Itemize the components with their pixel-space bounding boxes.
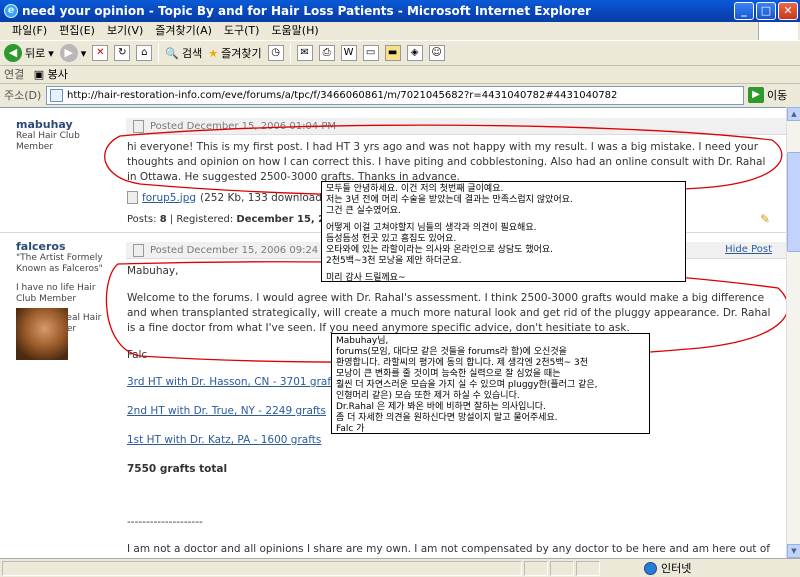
search-label: 검색	[182, 47, 203, 60]
ie-logo-icon: e	[4, 4, 18, 18]
translation-note: 모두들 안녕하세요. 이건 저의 첫번째 글이예요. 저는 3년 전에 머리 수…	[321, 181, 686, 283]
note-line: 모두들 안녕하세요. 이건 저의 첫번째 글이예요.	[326, 184, 504, 194]
address-bar: 주소(D) http://hair-restoration-info.com/e…	[0, 84, 800, 106]
note-line: Falc 가	[336, 424, 365, 434]
vertical-scrollbar[interactable]: ▲ ▼	[786, 107, 800, 558]
note-line: 그건 큰 실수였어요.	[326, 206, 401, 216]
menu-favorites[interactable]: 즐겨찾기(A)	[149, 22, 218, 40]
discuss-icon[interactable]: ▭	[362, 45, 379, 61]
note-line: 훨씬 더 자연스러운 모습을 가지 실 수 있으며 pluggy한(플러그 같은…	[336, 380, 598, 390]
menu-view[interactable]: 보기(V)	[101, 22, 149, 40]
research-icon[interactable]: ◈	[406, 45, 423, 61]
note-line: 환영합니다. 라할씨의 평가에 동의 합니다. 제 생각엔 2천5백~ 3천	[336, 358, 589, 368]
close-button[interactable]: ✕	[778, 2, 798, 20]
note-line: 2천5백~3천 모낭을 제안 하더군요.	[326, 256, 462, 266]
status-cell	[524, 560, 548, 576]
links-bar: 연결 ▣ 봉사	[0, 66, 800, 84]
forward-arrow-icon: ▶	[59, 44, 78, 62]
window-controls: _ □ ✕	[734, 2, 798, 20]
maximize-button[interactable]: □	[756, 2, 776, 20]
favorites-label: 즐겨찾기	[221, 47, 262, 60]
search-button[interactable]: 🔍 검색	[165, 45, 202, 61]
folder-icon[interactable]: ▬	[384, 45, 401, 61]
messenger-icon[interactable]: ☺	[428, 45, 445, 61]
note-line: 좀 더 자세한 의견을 원하신다면 망설이지 말고 물어주세요.	[336, 413, 558, 423]
links-label: 연결	[4, 68, 25, 81]
note-line: Mabuhay님,	[336, 336, 389, 346]
back-button[interactable]: ◀ 뒤로 ▾	[4, 44, 54, 62]
page-content: mabuhay Real Hair Club Member Posted Dec…	[0, 107, 786, 558]
zone-label: 인터넷	[661, 562, 692, 575]
back-label: 뒤로	[25, 47, 46, 60]
menu-help[interactable]: 도움말(H)	[265, 22, 324, 40]
back-arrow-icon: ◀	[4, 44, 22, 62]
scroll-down-arrow-icon[interactable]: ▼	[787, 544, 800, 558]
note-line: 인형머리 같은) 모습 또한 제거 하실 수 있습니다.	[336, 391, 520, 401]
scroll-thumb[interactable]	[787, 152, 800, 252]
toolbar-separator	[289, 43, 291, 63]
go-arrow-icon: ▶	[748, 87, 764, 103]
mail-icon[interactable]: ✉	[296, 45, 313, 61]
note-line: 모낭이 큰 변화를 줄 것이며 능숙한 실력으로 잘 심었을 때는	[336, 369, 561, 379]
star-icon: ★	[208, 46, 219, 60]
chevron-down-icon: ▾	[48, 46, 54, 60]
note-line: 듬성듬성 헌곳 있고 흠집도 있어요.	[326, 234, 457, 244]
history-icon[interactable]: ◷	[267, 45, 284, 61]
address-url: http://hair-restoration-info.com/eve/for…	[67, 89, 618, 101]
page-icon	[50, 88, 63, 102]
window-title-bar: e need your opinion - Topic By and for H…	[0, 0, 800, 22]
note-line: Dr.Rahal 은 제가 봐온 바에 비하면 잘하는 의사입니다.	[336, 402, 546, 412]
toolbar-separator	[158, 43, 160, 63]
window-title: need your opinion - Topic By and for Hai…	[22, 4, 592, 18]
print-icon[interactable]: ⎙	[318, 45, 335, 61]
go-label: 이동	[767, 89, 788, 102]
status-cell	[550, 560, 574, 576]
favorites-button[interactable]: ★ 즐겨찾기	[208, 45, 261, 61]
translation-note: Mabuhay님, forums(모임, 대다모 같은 것들을 forums라 …	[331, 333, 650, 434]
menu-edit[interactable]: 편집(E)	[53, 22, 101, 40]
chevron-down-icon: ▾	[80, 46, 87, 60]
home-icon[interactable]: ⌂	[136, 45, 153, 61]
status-text-cell	[2, 560, 522, 576]
stop-icon[interactable]: ✕	[92, 45, 109, 61]
menu-bar: 파일(F) 편집(E) 보기(V) 즐겨찾기(A) 도구(T) 도움말(H)	[0, 22, 800, 40]
scroll-up-arrow-icon[interactable]: ▲	[787, 107, 800, 121]
toolbar: ◀ 뒤로 ▾ ▶ ▾ ✕ ↻ ⌂ 🔍 검색 ★ 즐겨찾기 ◷ ✉ ⎙ W ▭ ▬…	[0, 40, 800, 66]
globe-icon	[644, 561, 657, 575]
menu-tools[interactable]: 도구(T)	[218, 22, 266, 40]
go-button[interactable]: ▶ 이동	[748, 85, 800, 105]
search-icon: 🔍	[165, 46, 180, 60]
status-bar: 인터넷	[0, 558, 800, 577]
note-line: 미리 감사 드릴께요~	[326, 273, 406, 283]
minimize-button[interactable]: _	[734, 2, 754, 20]
windows-logo-icon	[758, 22, 798, 40]
forward-button[interactable]: ▶ ▾	[59, 44, 87, 62]
security-zone: 인터넷	[640, 560, 800, 576]
note-line: forums(모임, 대다모 같은 것들을 forums라 함)에 오신것을	[336, 347, 567, 357]
note-line: 어떻게 이걸 고쳐야할지 님들의 생각과 의견이 필요해요.	[326, 223, 537, 233]
links-item-icon: ▣	[33, 68, 45, 81]
edit-icon[interactable]: W	[340, 45, 357, 61]
status-cell	[576, 560, 600, 576]
note-line: 오타와에 있는 라할이라는 의사와 온라인으로 상담도 했어요.	[326, 245, 554, 255]
refresh-icon[interactable]: ↻	[114, 45, 131, 61]
links-item[interactable]: 봉사	[48, 68, 68, 81]
menu-file[interactable]: 파일(F)	[6, 22, 53, 40]
note-line: 저는 3년 전에 머리 수술을 받았는데 결과는 만족스럽지 않았어요.	[326, 195, 573, 205]
address-label: 주소(D)	[4, 89, 42, 102]
address-input[interactable]: http://hair-restoration-info.com/eve/for…	[46, 85, 744, 105]
